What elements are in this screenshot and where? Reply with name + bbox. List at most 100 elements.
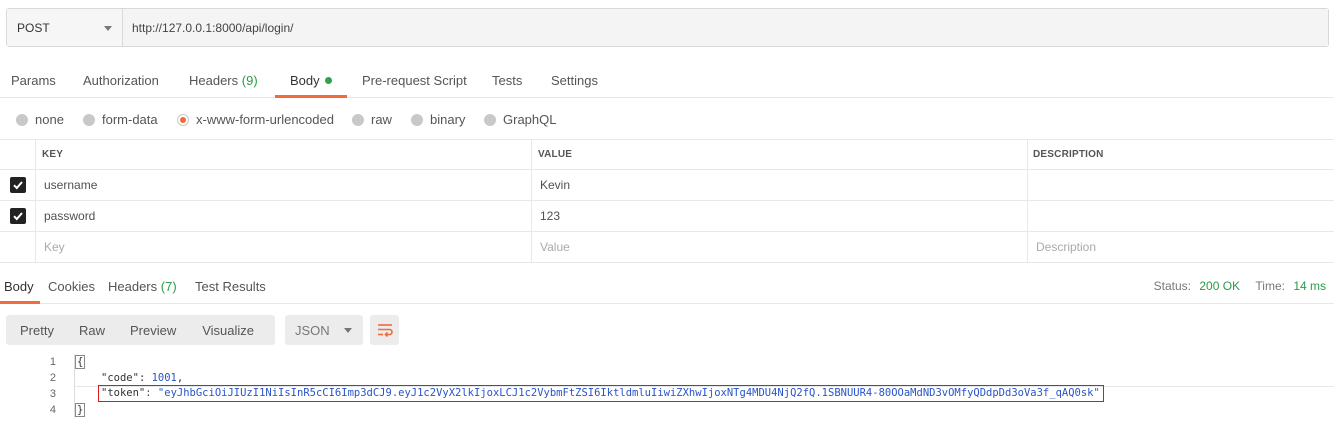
table-row: password 123 <box>0 201 1334 232</box>
code-line: 4 } <box>0 402 1334 418</box>
token-highlight-box: "token": "eyJhbGciOiJIUzI1NiIsInR5cCI6Im… <box>98 385 1104 402</box>
tab-prerequest-script[interactable]: Pre-request Script <box>362 73 467 88</box>
response-tabs: Body Cookies Headers (7) Test Results St… <box>0 264 1334 304</box>
radio-off-icon <box>83 113 95 126</box>
tab-headers-label: Headers <box>189 73 239 88</box>
tab-response-headers-label: Headers <box>108 279 158 294</box>
close-brace: } <box>75 403 86 417</box>
status-value: 200 OK <box>1199 279 1241 293</box>
tab-body[interactable]: Body <box>290 73 332 88</box>
line-number: 1 <box>49 356 56 368</box>
radio-off-icon <box>484 113 496 126</box>
chevron-down-icon <box>344 328 352 333</box>
url-input[interactable]: http://127.0.0.1:8000/api/login/ <box>123 9 1328 46</box>
code-line: 3 "token": "eyJhbGciOiJIUzI1NiIsInR5cCI6… <box>0 385 1334 402</box>
radio-graphql[interactable]: GraphQL <box>484 112 556 127</box>
code-text: "code": 1001, <box>101 372 184 384</box>
new-value-input[interactable]: Value <box>532 232 1028 262</box>
radio-form-data-label: form-data <box>102 112 158 127</box>
new-description-input[interactable]: Description <box>1028 232 1334 262</box>
radio-form-data[interactable]: form-data <box>83 112 158 127</box>
radio-graphql-label: GraphQL <box>503 112 557 127</box>
headers-count-badge: (9) <box>241 73 258 88</box>
line-number: 2 <box>49 372 56 384</box>
params-table-header: KEY VALUE DESCRIPTION <box>0 140 1334 170</box>
tab-response-cookies[interactable]: Cookies <box>48 279 95 294</box>
header-check-cell <box>0 140 36 169</box>
tab-headers[interactable]: Headers (9) <box>189 73 258 88</box>
tab-authorization[interactable]: Authorization <box>83 73 159 88</box>
param-key-cell[interactable]: password <box>36 201 532 231</box>
table-row: username Kevin <box>0 170 1334 201</box>
radio-off-icon <box>411 113 423 126</box>
visualize-button[interactable]: Visualize <box>176 315 254 345</box>
json-value-code: 1001 <box>151 372 177 384</box>
radio-raw-label: raw <box>371 112 392 127</box>
language-label: JSON <box>295 322 330 338</box>
pretty-button[interactable]: Pretty <box>6 315 54 345</box>
radio-binary-label: binary <box>430 112 466 127</box>
response-code-view: 1 { 2 "code": 1001, 3 "token": "eyJhbGci… <box>0 354 1334 418</box>
time-value: 14 ms <box>1293 279 1326 293</box>
wrap-lines-icon <box>377 324 393 337</box>
radio-on-icon <box>177 113 189 126</box>
response-active-tab-underline <box>0 301 40 304</box>
code-text: } <box>75 402 86 418</box>
row-checkbox[interactable] <box>9 177 26 193</box>
method-label: POST <box>17 20 50 35</box>
tab-response-headers[interactable]: Headers (7) <box>108 279 177 294</box>
body-indicator-dot-icon <box>324 77 332 84</box>
new-key-input[interactable]: Key <box>36 232 532 262</box>
column-header-description: DESCRIPTION <box>1033 149 1104 160</box>
tab-response-body[interactable]: Body <box>4 279 34 294</box>
raw-button[interactable]: Raw <box>54 315 105 345</box>
row-checkbox-cell <box>0 232 36 262</box>
radio-binary[interactable]: binary <box>411 112 465 127</box>
tab-settings[interactable]: Settings <box>551 73 598 88</box>
wrap-lines-button[interactable] <box>370 315 399 345</box>
radio-raw[interactable]: raw <box>352 112 392 127</box>
column-header-value: VALUE <box>532 140 1028 169</box>
json-key-code: "code" <box>101 372 139 384</box>
param-value-cell[interactable]: 123 <box>532 201 1028 231</box>
tab-params[interactable]: Params <box>11 73 56 88</box>
time-label: Time: <box>1255 279 1285 293</box>
params-table: KEY VALUE DESCRIPTION username Kevin pas… <box>0 140 1334 263</box>
param-key-cell[interactable]: username <box>36 170 532 200</box>
request-tabs: Params Authorization Headers (9) Body Pr… <box>0 61 1334 98</box>
line-number: 4 <box>49 404 56 416</box>
open-brace: { <box>75 355 86 369</box>
response-status: Status: 200 OK Time: 14 ms <box>1154 279 1326 293</box>
param-value-cell[interactable]: Kevin <box>532 170 1028 200</box>
method-select[interactable]: POST <box>7 9 123 46</box>
preview-button[interactable]: Preview <box>105 315 176 345</box>
table-row-new: Key Value Description <box>0 232 1334 263</box>
radio-off-icon <box>352 113 364 126</box>
param-description-cell[interactable] <box>1028 201 1334 231</box>
response-headers-count-badge: (7) <box>160 279 177 294</box>
language-select[interactable]: JSON <box>285 315 363 345</box>
chevron-down-icon <box>104 25 112 31</box>
check-icon <box>12 212 23 221</box>
status-label: Status: <box>1153 279 1192 293</box>
param-description-cell[interactable] <box>1028 170 1334 200</box>
tab-body-label: Body <box>290 73 320 88</box>
response-toolbar: Pretty Raw Preview Visualize JSON <box>6 315 399 345</box>
body-type-selector: none form-data x-www-form-urlencoded raw… <box>0 99 1334 140</box>
row-checkbox-cell <box>0 201 36 231</box>
radio-off-icon <box>16 113 28 126</box>
radio-none[interactable]: none <box>16 112 64 127</box>
active-tab-underline <box>275 95 347 98</box>
radio-none-label: none <box>35 112 64 127</box>
code-line: 1 { <box>0 354 1334 370</box>
tab-tests[interactable]: Tests <box>492 73 522 88</box>
tab-test-results[interactable]: Test Results <box>195 279 266 294</box>
line-number: 3 <box>49 388 56 400</box>
row-checkbox[interactable] <box>9 208 26 224</box>
code-line: 2 "code": 1001, <box>0 370 1334 386</box>
radio-urlencoded-label: x-www-form-urlencoded <box>196 112 334 127</box>
request-bar: POST http://127.0.0.1:8000/api/login/ <box>6 8 1329 47</box>
radio-urlencoded[interactable]: x-www-form-urlencoded <box>177 112 334 127</box>
json-value-token: "eyJhbGciOiJIUzI1NiIsInR5cCI6Imp3dCJ9.ey… <box>157 387 1100 399</box>
json-key-token: "token" <box>101 387 146 399</box>
